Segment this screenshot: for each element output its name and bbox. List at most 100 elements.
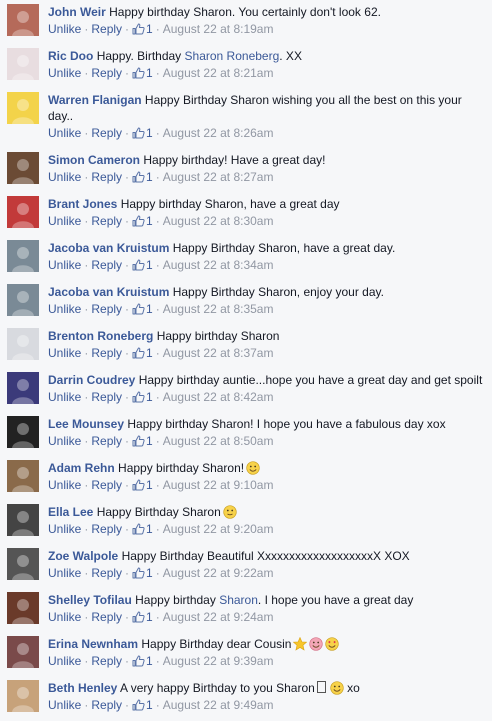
comment-author[interactable]: Zoe Walpole	[48, 549, 118, 563]
avatar[interactable]	[7, 196, 39, 228]
comment-author[interactable]: Brenton Roneberg	[48, 329, 153, 343]
timestamp-link[interactable]: August 22 at 8:37am	[163, 346, 274, 360]
like-count[interactable]: 1	[132, 66, 153, 80]
avatar[interactable]	[7, 372, 39, 404]
like-count[interactable]: 1	[132, 390, 153, 404]
comment-author[interactable]: Adam Rehn	[48, 461, 115, 475]
reply-link[interactable]: Reply	[91, 654, 122, 668]
timestamp-link[interactable]: August 22 at 8:30am	[163, 214, 274, 228]
comment-author[interactable]: Lee Mounsey	[48, 417, 124, 431]
avatar[interactable]	[7, 4, 39, 36]
avatar[interactable]	[7, 240, 39, 272]
like-count[interactable]: 1	[132, 698, 153, 712]
mention-link[interactable]: Sharon	[219, 593, 258, 607]
timestamp-link[interactable]: August 22 at 9:20am	[163, 522, 274, 536]
timestamp-link[interactable]: August 22 at 9:24am	[163, 610, 274, 624]
like-count[interactable]: 1	[132, 654, 153, 668]
comment-author[interactable]: Darrin Coudrey	[48, 373, 135, 387]
reply-link[interactable]: Reply	[91, 434, 122, 448]
avatar[interactable]	[7, 460, 39, 492]
like-count[interactable]: 1	[132, 258, 153, 272]
like-count[interactable]: 1	[132, 214, 153, 228]
like-count[interactable]: 1	[132, 346, 153, 360]
comment-author[interactable]: Simon Cameron	[48, 153, 140, 167]
avatar[interactable]	[7, 636, 39, 668]
avatar[interactable]	[7, 92, 39, 124]
comment-author[interactable]: Shelley Tofilau	[48, 593, 132, 607]
unlike-link[interactable]: Unlike	[48, 126, 81, 140]
unlike-link[interactable]: Unlike	[48, 610, 81, 624]
comment-author[interactable]: Ella Lee	[48, 505, 93, 519]
mention-link[interactable]: Sharon Roneberg	[185, 49, 280, 63]
avatar[interactable]	[7, 416, 39, 448]
avatar[interactable]	[7, 680, 39, 712]
comment-author[interactable]: Jacoba van Kruistum	[48, 241, 169, 255]
reply-link[interactable]: Reply	[91, 346, 122, 360]
unlike-link[interactable]: Unlike	[48, 478, 81, 492]
like-count[interactable]: 1	[132, 170, 153, 184]
unlike-link[interactable]: Unlike	[48, 654, 81, 668]
unlike-link[interactable]: Unlike	[48, 302, 81, 316]
timestamp-link[interactable]: August 22 at 9:39am	[163, 654, 274, 668]
unlike-link[interactable]: Unlike	[48, 214, 81, 228]
comment-author[interactable]: Beth Henley	[48, 681, 117, 695]
comment-author[interactable]: Warren Flanigan	[48, 93, 142, 107]
comment-author[interactable]: Erina Newnham	[48, 637, 138, 651]
timestamp-link[interactable]: August 22 at 9:22am	[163, 566, 274, 580]
like-count[interactable]: 1	[132, 610, 153, 624]
like-count[interactable]: 1	[132, 522, 153, 536]
reply-link[interactable]: Reply	[91, 698, 122, 712]
unlike-link[interactable]: Unlike	[48, 22, 81, 36]
reply-link[interactable]: Reply	[91, 66, 122, 80]
unlike-link[interactable]: Unlike	[48, 66, 81, 80]
timestamp-link[interactable]: August 22 at 8:26am	[163, 126, 274, 140]
avatar[interactable]	[7, 504, 39, 536]
avatar[interactable]	[7, 152, 39, 184]
avatar[interactable]	[7, 548, 39, 580]
unlike-link[interactable]: Unlike	[48, 346, 81, 360]
unlike-link[interactable]: Unlike	[48, 434, 81, 448]
reply-link[interactable]: Reply	[91, 22, 122, 36]
reply-link[interactable]: Reply	[91, 390, 122, 404]
like-count[interactable]: 1	[132, 22, 153, 36]
timestamp-link[interactable]: August 22 at 8:35am	[163, 302, 274, 316]
timestamp-link[interactable]: August 22 at 8:34am	[163, 258, 274, 272]
avatar[interactable]	[7, 284, 39, 316]
like-count[interactable]: 1	[132, 126, 153, 140]
reply-link[interactable]: Reply	[91, 302, 122, 316]
reply-link[interactable]: Reply	[91, 478, 122, 492]
reply-link[interactable]: Reply	[91, 214, 122, 228]
comment-text: Happy birthday Sharon, have a great day	[120, 197, 340, 211]
timestamp-link[interactable]: August 22 at 8:19am	[163, 22, 274, 36]
like-count[interactable]: 1	[132, 434, 153, 448]
timestamp-link[interactable]: August 22 at 8:42am	[163, 390, 274, 404]
timestamp-link[interactable]: August 22 at 9:49am	[163, 698, 274, 712]
reply-link[interactable]: Reply	[91, 170, 122, 184]
avatar[interactable]	[7, 592, 39, 624]
unlike-link[interactable]: Unlike	[48, 698, 81, 712]
reply-link[interactable]: Reply	[91, 610, 122, 624]
unlike-link[interactable]: Unlike	[48, 170, 81, 184]
unlike-link[interactable]: Unlike	[48, 566, 81, 580]
comment-author[interactable]: Jacoba van Kruistum	[48, 285, 169, 299]
timestamp-link[interactable]: August 22 at 8:21am	[163, 66, 274, 80]
reply-link[interactable]: Reply	[91, 566, 122, 580]
unlike-link[interactable]: Unlike	[48, 390, 81, 404]
timestamp-link[interactable]: August 22 at 9:10am	[163, 478, 274, 492]
like-count[interactable]: 1	[132, 302, 153, 316]
avatar[interactable]	[7, 48, 39, 80]
unlike-link[interactable]: Unlike	[48, 258, 81, 272]
avatar[interactable]	[7, 328, 39, 360]
timestamp-link[interactable]: August 22 at 8:27am	[163, 170, 274, 184]
smile-emoji-icon	[246, 461, 260, 475]
reply-link[interactable]: Reply	[91, 126, 122, 140]
timestamp-link[interactable]: August 22 at 8:50am	[163, 434, 274, 448]
reply-link[interactable]: Reply	[91, 522, 122, 536]
comment-author[interactable]: Ric Doo	[48, 49, 93, 63]
unlike-link[interactable]: Unlike	[48, 522, 81, 536]
like-count[interactable]: 1	[132, 478, 153, 492]
like-count[interactable]: 1	[132, 566, 153, 580]
comment-author[interactable]: Brant Jones	[48, 197, 117, 211]
comment-author[interactable]: John Weir	[48, 5, 106, 19]
reply-link[interactable]: Reply	[91, 258, 122, 272]
